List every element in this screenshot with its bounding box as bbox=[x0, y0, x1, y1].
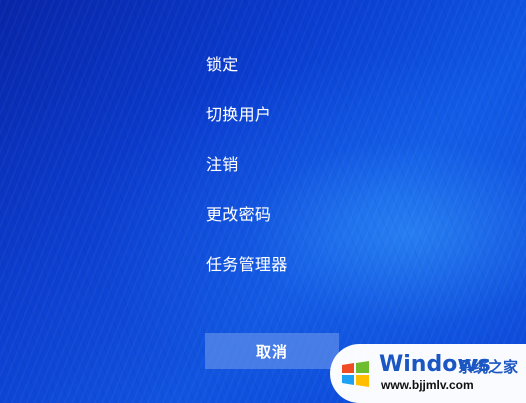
watermark-banner: Windows 系统之家 www.bjjmlv.com bbox=[330, 344, 526, 403]
watermark-background bbox=[330, 344, 526, 403]
switch-user-option[interactable]: 切换用户 bbox=[206, 105, 271, 125]
task-manager-option[interactable]: 任务管理器 bbox=[206, 255, 288, 275]
change-password-option[interactable]: 更改密码 bbox=[206, 205, 271, 225]
cancel-button[interactable]: 取消 bbox=[205, 333, 339, 369]
lock-option[interactable]: 锁定 bbox=[206, 55, 239, 75]
watermark-brand-suffix: 系统之家 bbox=[458, 358, 519, 376]
sign-out-option[interactable]: 注销 bbox=[206, 155, 239, 175]
watermark-brand: Windows bbox=[379, 352, 491, 377]
watermark-domain: www.bjjmlv.com bbox=[381, 378, 474, 392]
